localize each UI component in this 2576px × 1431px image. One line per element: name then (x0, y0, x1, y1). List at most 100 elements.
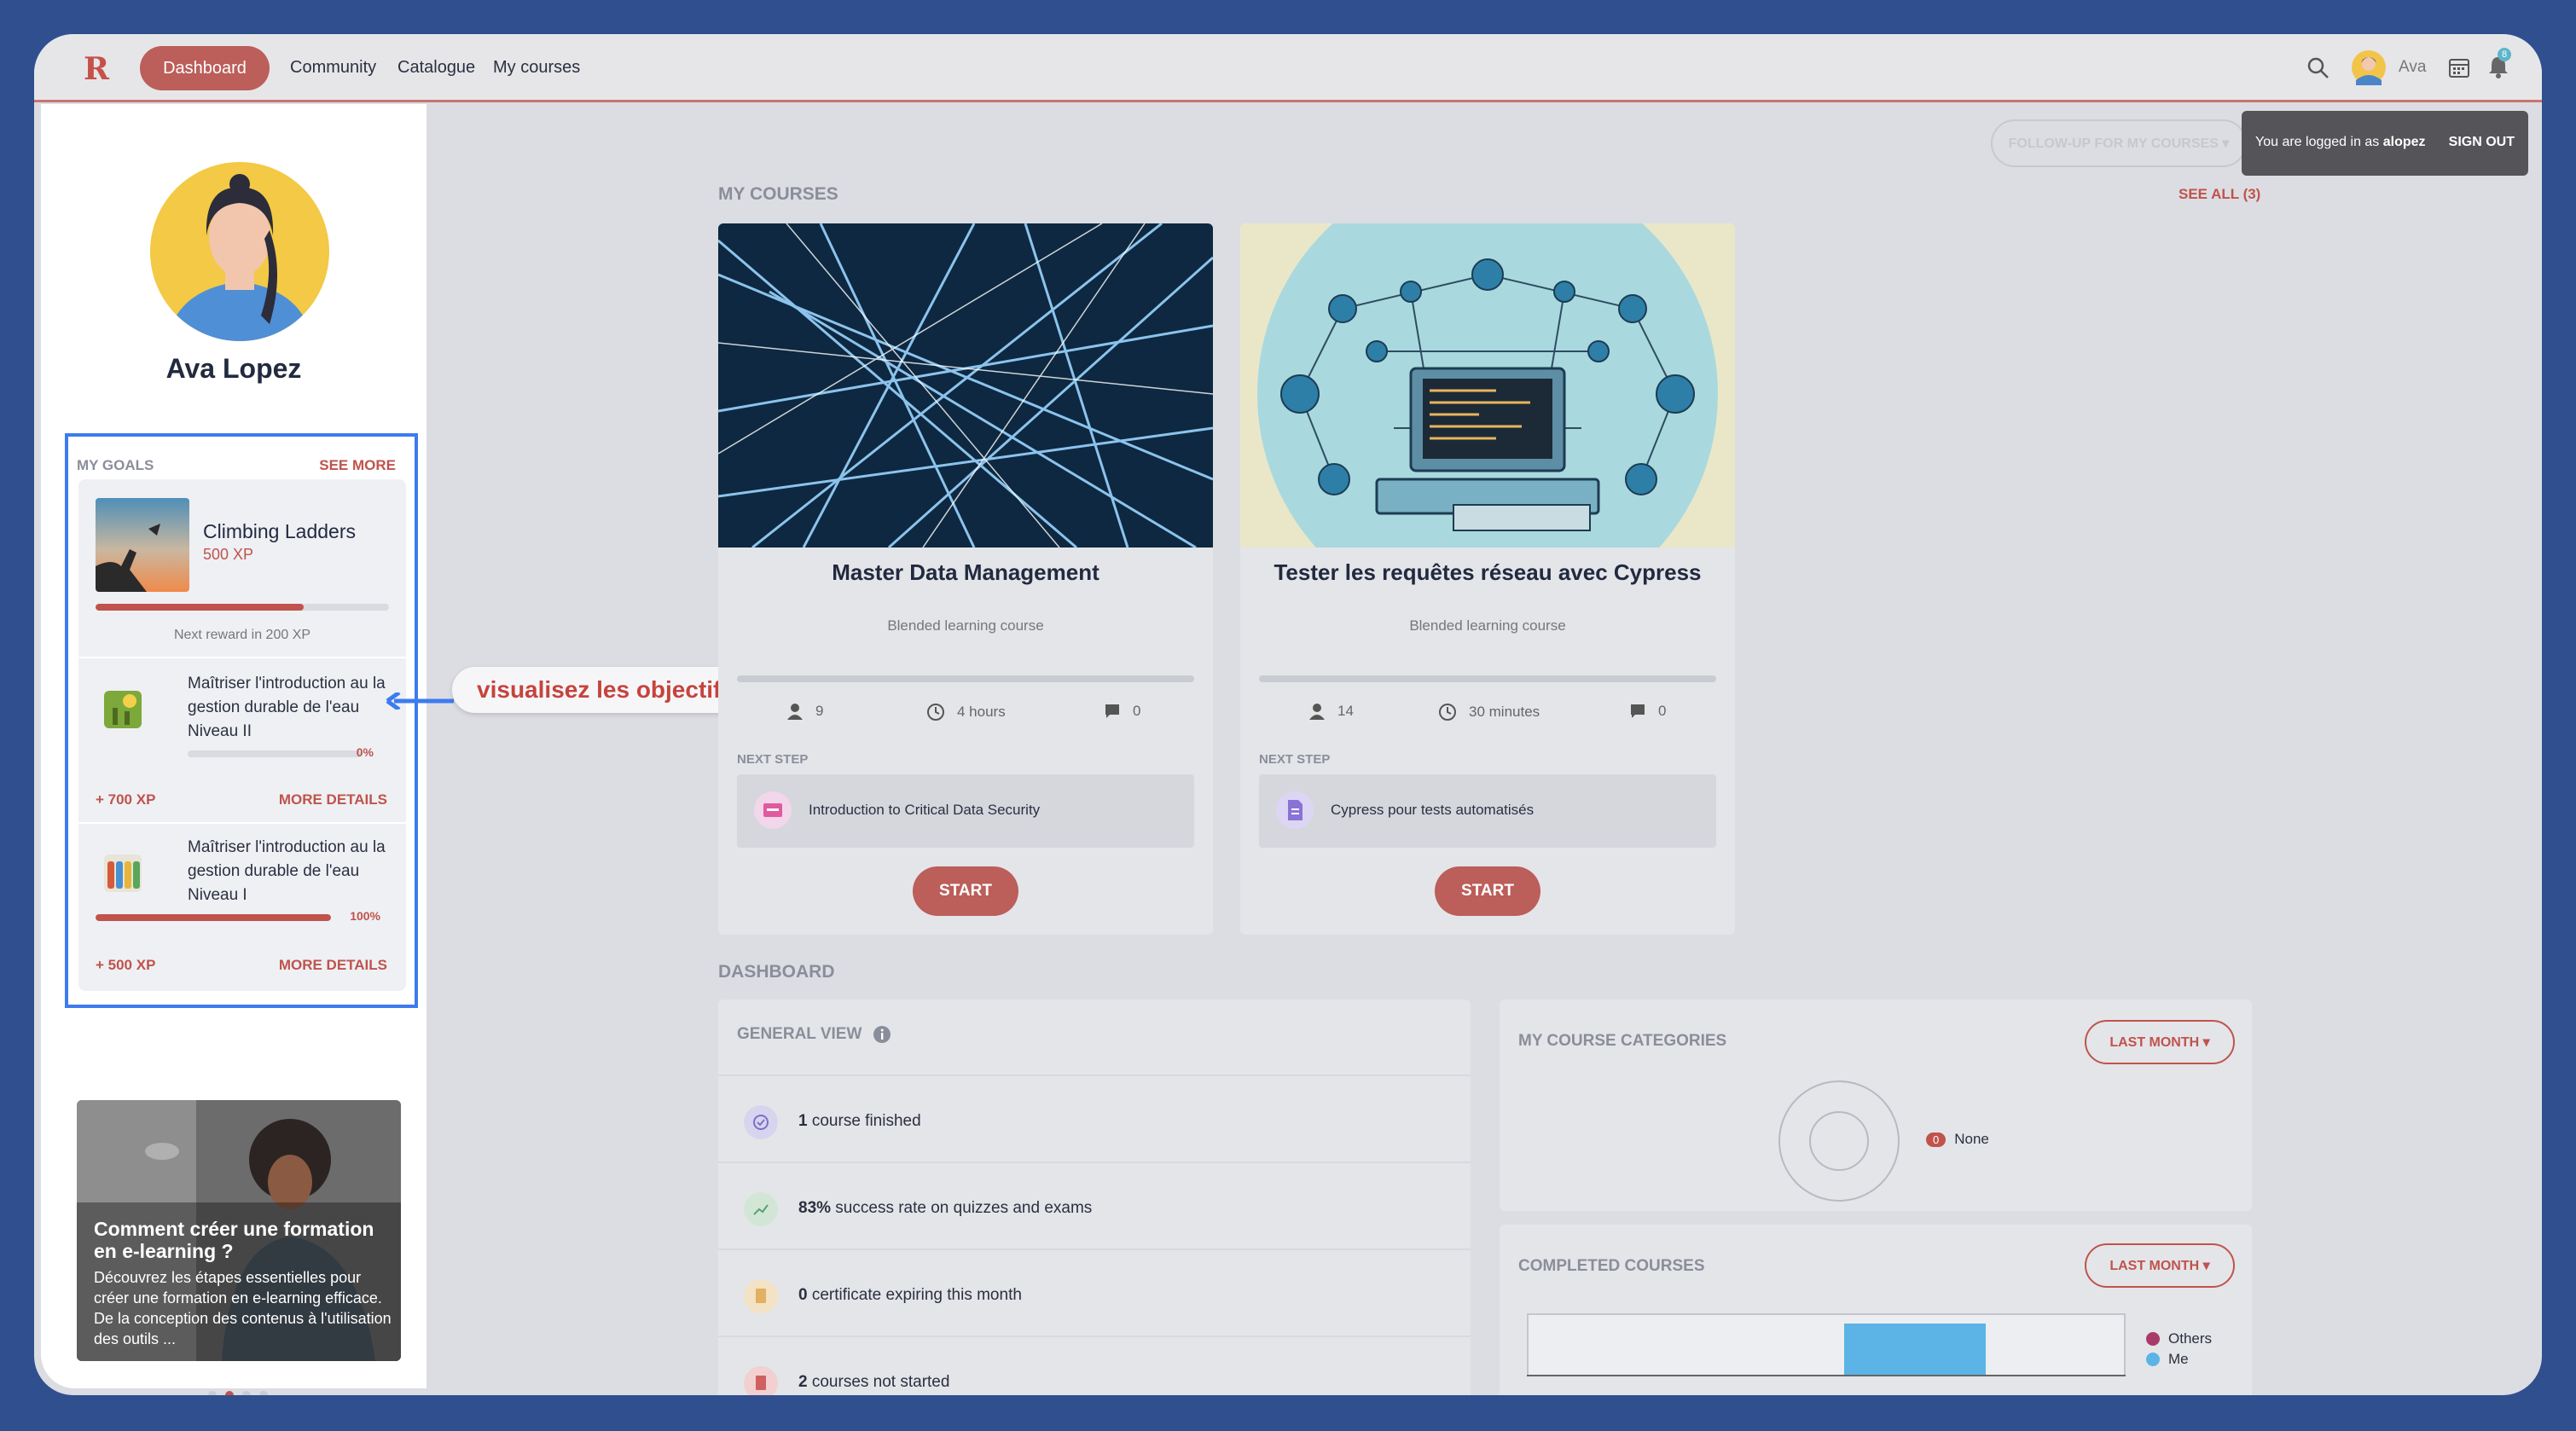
completed-period-dropdown[interactable]: LAST MONTH ▾ (2085, 1243, 2235, 1288)
course-learners-count: 14 (1337, 703, 1354, 719)
stat-value: 0 (798, 1286, 808, 1304)
course-learners-count: 9 (815, 703, 824, 719)
course-duration-value: 4 hours (957, 704, 1006, 720)
check-circle-icon (744, 1105, 778, 1139)
dashboard-title: DASHBOARD (718, 962, 835, 982)
my-courses-title: MY COURSES (718, 184, 838, 204)
article-title[interactable]: Comment créer une formation en e-learnin… (94, 1218, 392, 1262)
next-step-item[interactable]: Cypress pour tests automatisés (1259, 774, 1716, 848)
clock-icon (1439, 704, 1456, 721)
start-course-button[interactable]: START (1435, 866, 1540, 916)
course-image (718, 223, 1213, 547)
stat-label: certificate expiring this month (807, 1286, 1022, 1304)
nav-catalogue[interactable]: Catalogue (397, 58, 475, 78)
goal-main-progress-fill (96, 604, 305, 611)
completed-courses-title: COMPLETED COURSES (1518, 1257, 1705, 1275)
stat-row: 83% success rate on quizzes and exams (718, 1162, 1471, 1249)
top-navbar: R Dashboard Community Catalogue My cours… (34, 34, 2542, 102)
logged-in-prefix: You are logged in as (2255, 135, 2383, 149)
course-card[interactable]: Master Data Management Blended learning … (718, 223, 1213, 935)
stat-label: courses not started (807, 1373, 950, 1391)
learners-icon (787, 704, 803, 720)
search-icon[interactable] (2306, 56, 2330, 80)
completed-courses-chart (1527, 1313, 2126, 1376)
course-progress-bar (1259, 675, 1716, 682)
document-alert-icon (744, 1366, 778, 1395)
chart-trend-icon (744, 1192, 778, 1226)
stat-row: 1 course finished (718, 1075, 1471, 1162)
next-step-title[interactable]: Cypress pour tests automatisés (1331, 802, 1534, 819)
goals-see-more-link[interactable]: SEE MORE (319, 457, 396, 474)
course-title[interactable]: Tester les requêtes réseau avec Cypress (1240, 559, 1735, 586)
nav-community[interactable]: Community (290, 58, 376, 78)
subgoal-more-details-link[interactable]: MORE DETAILS (279, 957, 387, 974)
course-type: Blended learning course (887, 617, 1044, 634)
nav-dashboard[interactable]: Dashboard (140, 46, 270, 90)
clock-icon (927, 704, 944, 721)
callout-arrow-icon (386, 692, 454, 710)
notification-badge: 8 (2498, 48, 2511, 61)
subgoal-progress-bar (188, 750, 362, 757)
completed-courses-panel: COMPLETED COURSES LAST MONTH ▾ Others Me (1500, 1225, 2252, 1395)
module-icon (754, 791, 792, 829)
legend-label-me: Me (2168, 1351, 2189, 1367)
stat-row: 0 certificate expiring this month (718, 1249, 1471, 1335)
goal-main-progress-bar (96, 604, 389, 611)
carousel-dot[interactable] (208, 1391, 217, 1395)
user-avatar-icon[interactable] (2351, 49, 2387, 85)
categories-period-dropdown[interactable]: LAST MONTH ▾ (2085, 1020, 2235, 1064)
categories-donut-chart (1778, 1080, 1900, 1202)
legend-others: Others (2146, 1330, 2212, 1347)
course-comments-count: 0 (1658, 703, 1667, 719)
general-view-title: GENERAL VIEW (737, 1025, 891, 1044)
course-type: Blended learning course (1409, 617, 1566, 634)
follow-up-dropdown[interactable]: FOLLOW-UP FOR MY COURSES ▾ (1991, 119, 2247, 167)
article-card[interactable]: Comment créer une formation en e-learnin… (77, 1100, 401, 1361)
course-categories-title: MY COURSE CATEGORIES (1518, 1032, 1727, 1050)
course-title[interactable]: Master Data Management (718, 559, 1213, 586)
logged-in-tooltip: You are logged in as alopez SIGN OUT (2242, 111, 2528, 176)
next-step-title[interactable]: Introduction to Critical Data Security (809, 802, 1040, 819)
legend-dot-others (2146, 1332, 2160, 1346)
course-learners: 9 (786, 703, 823, 720)
course-duration: 4 hours (926, 703, 1006, 721)
subgoal-xp: + 500 XP (96, 957, 156, 973)
stat-success-rate: 83% success rate on quizzes and exams (798, 1199, 1092, 1218)
goals-title: MY GOALS (77, 457, 154, 473)
subgoal-title[interactable]: Maîtriser l'introduction au la gestion d… (188, 672, 409, 744)
carousel-dot[interactable] (259, 1391, 268, 1395)
course-duration: 30 minutes (1438, 703, 1540, 721)
app-logo[interactable]: R (84, 51, 109, 87)
subgoal-more-details-link[interactable]: MORE DETAILS (279, 791, 387, 808)
stat-value: 2 (798, 1373, 808, 1391)
course-image (1240, 223, 1735, 547)
goal-main-name[interactable]: Climbing Ladders (203, 520, 356, 543)
stat-label: success rate on quizzes and exams (831, 1199, 1093, 1217)
course-comments: 0 (1629, 703, 1666, 720)
carousel-dot[interactable] (242, 1391, 251, 1395)
nav-my-courses[interactable]: My courses (493, 58, 580, 78)
comment-icon (1105, 704, 1119, 718)
subgoal-progress-fill (96, 914, 331, 921)
info-icon[interactable] (873, 1025, 891, 1043)
user-name[interactable]: Ava (2399, 58, 2426, 77)
stat-label: course finished (807, 1112, 921, 1130)
next-step-item[interactable]: Introduction to Critical Data Security (737, 774, 1194, 848)
see-all-courses-link[interactable]: SEE ALL (3) (2179, 186, 2260, 203)
categories-count-badge: 0 (1926, 1132, 1947, 1147)
general-view-panel: GENERAL VIEW 1 course finished 83% succe… (718, 999, 1471, 1395)
sign-out-link[interactable]: SIGN OUT (2449, 135, 2515, 150)
divider (78, 822, 406, 824)
subgoal-thumbnail (104, 855, 142, 892)
next-step-label: NEXT STEP (1259, 752, 1331, 767)
calendar-icon[interactable] (2448, 56, 2470, 78)
profile-avatar[interactable] (150, 162, 329, 341)
subgoal-xp: + 700 XP (96, 791, 156, 808)
subgoal-percent: 100% (350, 909, 380, 923)
stat-value: 83% (798, 1199, 832, 1217)
subgoal-title[interactable]: Maîtriser l'introduction au la gestion d… (188, 836, 409, 907)
document-icon (1276, 791, 1314, 829)
carousel-dot-active[interactable] (225, 1391, 234, 1395)
start-course-button[interactable]: START (913, 866, 1018, 916)
course-card[interactable]: Tester les requêtes réseau avec Cypress … (1240, 223, 1735, 935)
